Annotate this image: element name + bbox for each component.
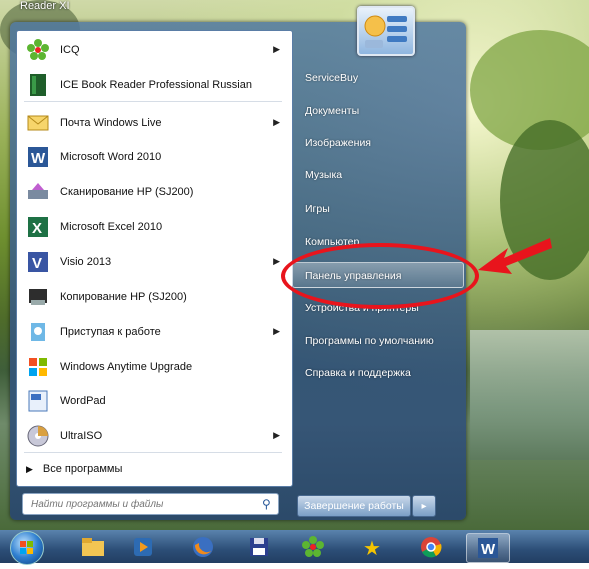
submenu-arrow-icon[interactable]: ▶ [273,430,280,441]
program-label: Microsoft Word 2010 [60,150,162,163]
media-player-icon[interactable] [122,533,164,561]
all-programs-button[interactable]: ▶ Все программы [26,463,122,475]
excel-icon: X [24,213,52,241]
getting-started-icon [24,318,52,346]
chrome-icon[interactable] [410,533,452,561]
submenu-arrow-icon[interactable]: ▶ [273,256,280,267]
program-label: Копирование HP (SJ200) [60,290,187,303]
firefox-icon[interactable] [182,533,224,561]
visio-icon: V [24,248,52,276]
submenu-arrow-icon[interactable]: ▶ [273,117,280,128]
program-label: Приступая к работе [60,325,161,338]
shutdown-options-button[interactable]: ▸ [412,495,436,517]
program-item[interactable]: ICE Book Reader Professional Russian [22,68,288,101]
windows-flag-icon [24,353,52,381]
river-water [470,330,589,460]
windows-live-mail-icon [24,109,52,137]
program-label: Почта Windows Live [60,116,162,129]
program-label: ICQ [60,43,80,56]
program-item[interactable]: Сканирование HP (SJ200) [22,175,288,208]
ice-book-reader-icon [24,71,52,99]
svg-text:W: W [31,150,46,167]
svg-text:★: ★ [363,538,381,559]
start-menu-link[interactable]: Документы [305,105,359,117]
search-input[interactable] [29,497,262,511]
program-label: Visio 2013 [60,255,112,268]
submenu-arrow-icon[interactable]: ▶ [273,326,280,337]
start-menu-link[interactable]: Игры [305,203,330,215]
shutdown-button[interactable]: Завершение работы [297,495,411,517]
start-button[interactable] [10,531,44,565]
triangle-right-icon: ▶ [26,464,33,474]
program-item[interactable]: Windows Anytime Upgrade [22,350,288,383]
user-picture[interactable] [357,6,415,56]
program-item[interactable]: W Microsoft Word 2010 [22,140,288,173]
program-item[interactable]: Почта Windows Live ▶ [22,106,288,139]
start-menu-link[interactable]: Музыка [305,169,342,181]
word-icon: W [24,143,52,171]
program-item[interactable]: Копирование HP (SJ200) [22,280,288,313]
search-icon[interactable]: ⚲ [262,497,278,511]
icq-flower-icon[interactable] [292,533,334,561]
search-box[interactable]: ⚲ [22,493,279,515]
program-item[interactable]: WordPad [22,384,288,417]
program-label: ICE Book Reader Professional Russian [60,78,252,91]
red-highlight-ellipse [281,243,479,309]
icq-flower-icon [24,36,52,64]
ultraiso-disc-icon [24,422,52,450]
all-programs-label: Все программы [42,463,123,475]
program-item[interactable]: UltraISO ▶ [22,419,288,452]
program-item[interactable]: X Microsoft Excel 2010 [22,210,288,243]
program-label: Сканирование HP (SJ200) [60,185,194,198]
svg-text:W: W [481,541,496,558]
program-label: Microsoft Excel 2010 [60,220,163,233]
word-icon[interactable]: W [466,533,510,563]
wordpad-icon [24,387,52,415]
program-label: Windows Anytime Upgrade [60,360,193,373]
divider [24,452,282,453]
program-item[interactable]: Приступая к работе ▶ [22,315,288,348]
windows-flag-icon [20,541,33,554]
start-menu-link[interactable]: Изображения [305,137,371,149]
stars-icon[interactable]: ★ [352,533,394,561]
program-item[interactable]: V Visio 2013 ▶ [22,245,288,278]
save-floppy-icon[interactable] [238,533,280,561]
program-label: UltraISO [60,429,103,442]
program-label: WordPad [60,394,106,407]
arrow-right-icon: ▸ [421,500,427,512]
divider [24,101,282,102]
hp-copy-icon [24,283,52,311]
program-item[interactable]: ICQ ▶ [22,33,288,66]
start-menu-link[interactable]: ServiceBuy [305,72,358,84]
red-pointer-arrow [478,238,552,274]
svg-text:X: X [32,220,42,237]
submenu-arrow-icon[interactable]: ▶ [273,44,280,55]
start-menu-link[interactable]: Справка и поддержка [305,367,411,379]
start-menu-link[interactable]: Программы по умолчанию [305,335,434,347]
windows-explorer-icon[interactable] [72,533,114,561]
desktop-icon-label[interactable]: Reader XI [20,0,70,12]
svg-text:V: V [32,255,42,272]
hp-scan-icon [24,178,52,206]
